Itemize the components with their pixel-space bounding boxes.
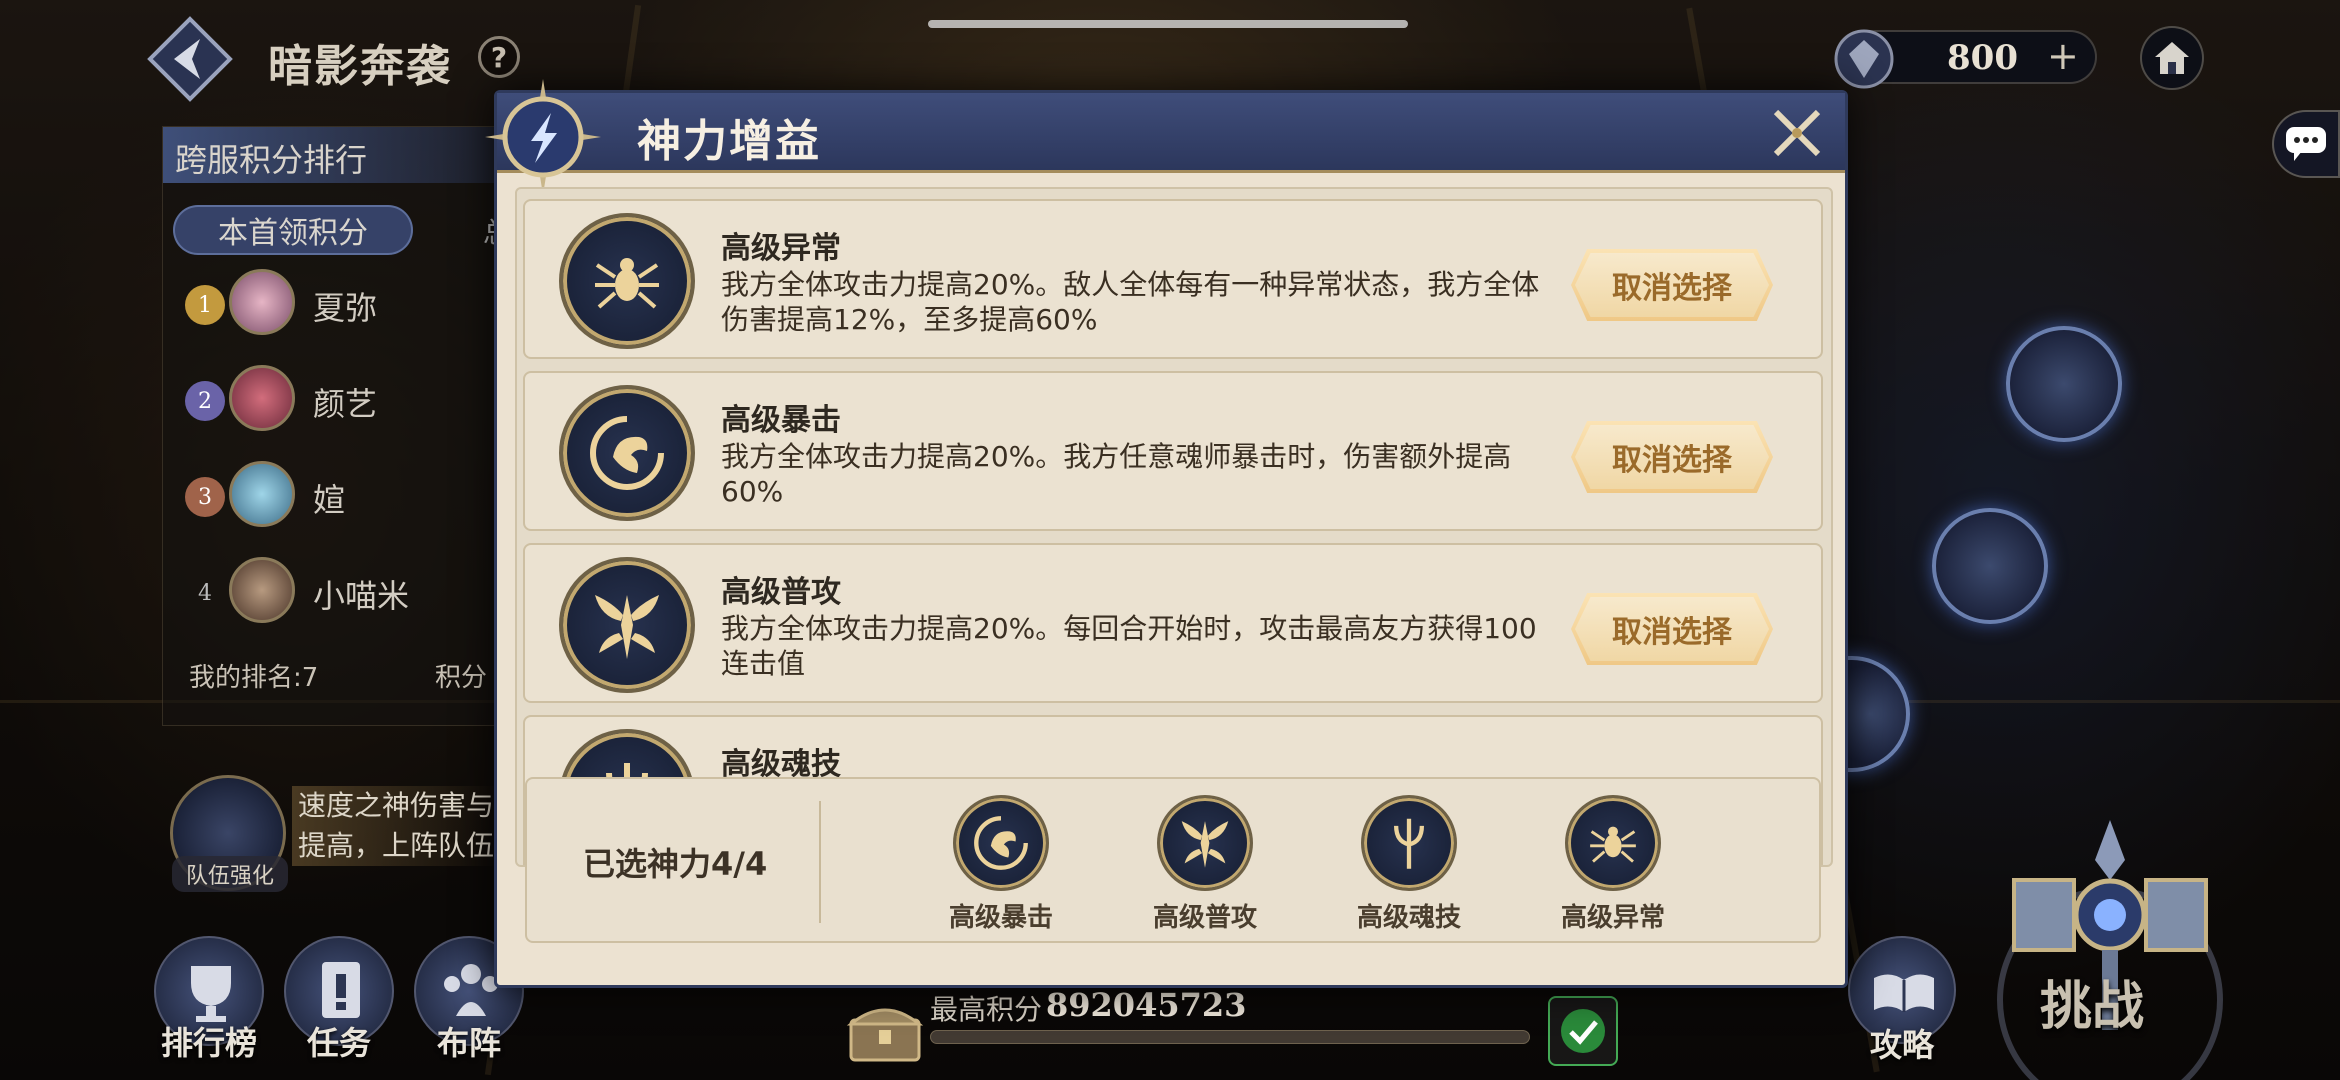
add-currency-button[interactable]: +	[2047, 34, 2079, 78]
my-rank: 我的排名:7	[189, 663, 319, 693]
team-buff-description: 速度之神伤害与提高，上阵队伍	[292, 786, 502, 866]
buff-name: 高级暴击	[721, 403, 841, 438]
dragon-icon	[974, 816, 1028, 870]
chat-bubble-icon	[2286, 127, 2326, 161]
cancel-selection-label: 取消选择	[1612, 615, 1732, 650]
chat-button[interactable]	[2272, 110, 2340, 178]
leaderboard-title: 跨服积分排行	[175, 141, 368, 179]
spider-icon	[595, 258, 659, 309]
wings-icon	[595, 595, 659, 659]
buff-card-abnormal[interactable]: 高级异常 我方全体攻击力提高20%。敌人全体每有一种异常状态，我方全体伤害提高1…	[523, 199, 1823, 359]
currency-display: 800 +	[1834, 29, 2097, 89]
selected-count: 已选神力4/4	[583, 845, 768, 883]
player-name: 颜艺	[313, 385, 378, 423]
avatar	[229, 461, 295, 527]
dialog-header: 神力增益	[485, 79, 1845, 195]
buff-icon-container	[559, 557, 695, 693]
map-node-wings[interactable]	[1932, 508, 2048, 624]
score-progress-bar	[930, 1030, 1530, 1044]
spider-icon	[1590, 826, 1636, 863]
tasks-button-label: 任务	[306, 1024, 371, 1062]
rank-badge: 2	[185, 381, 225, 421]
buff-name: 高级普攻	[721, 575, 841, 610]
buff-card-crit[interactable]: 高级暴击 我方全体攻击力提高20%。我方任意魂师暴击时，伤害额外提高60% 取消…	[523, 371, 1823, 531]
player-name: 夏弥	[313, 289, 378, 327]
selected-buff-normal-attack[interactable]: 高级普攻	[1135, 795, 1275, 935]
dragon-icon	[590, 416, 664, 490]
max-score-label: 最高积分	[930, 993, 1043, 1026]
treasure-chest-icon[interactable]	[845, 996, 925, 1066]
reward-claim-button[interactable]	[1548, 996, 1618, 1066]
footer-divider	[819, 801, 821, 923]
lightning-emblem-icon	[485, 79, 601, 195]
buff-card-normal-attack[interactable]: 高级普攻 我方全体攻击力提高20%。每回合开始时，攻击最高友方获得100连击值 …	[523, 543, 1823, 703]
back-button[interactable]	[140, 14, 240, 104]
buff-name: 高级异常	[721, 231, 841, 266]
tab-boss-score[interactable]: 本首领积分	[173, 205, 413, 255]
buff-description: 我方全体攻击力提高20%。每回合开始时，攻击最高友方获得100连击值	[721, 612, 1537, 680]
leaderboard-row[interactable]: 2 颜艺	[185, 359, 495, 439]
selected-buffs-bar: 已选神力4/4 高级暴击 高级普攻 高级魂技 高级异常	[525, 777, 1821, 943]
cancel-selection-label: 取消选择	[1612, 271, 1732, 306]
back-arrow-icon	[147, 16, 233, 102]
rank-badge: 3	[185, 477, 225, 517]
avatar	[229, 557, 295, 623]
selected-buff-crit[interactable]: 高级暴击	[931, 795, 1071, 935]
challenge-button[interactable]	[1990, 820, 2230, 1080]
max-score-value: 892045723	[1046, 986, 1247, 1024]
score-label: 积分	[435, 663, 488, 693]
avatar	[229, 365, 295, 431]
buff-icon-container	[559, 385, 695, 521]
cancel-selection-label: 取消选择	[1612, 443, 1732, 478]
close-icon	[1773, 109, 1821, 157]
selected-buff-label: 高级异常	[1560, 903, 1665, 933]
selected-buff-skill[interactable]: 高级魂技	[1339, 795, 1479, 935]
currency-value: 800	[1947, 38, 2018, 78]
dialog-title: 神力增益	[637, 116, 821, 167]
gem-icon	[1834, 29, 1894, 89]
selected-buff-label: 高级魂技	[1356, 903, 1461, 933]
selected-buff-label: 高级暴击	[948, 903, 1053, 933]
leaderboard-row[interactable]: 1 夏弥	[185, 263, 495, 343]
formation-button-label: 布阵	[436, 1024, 501, 1062]
divine-buff-dialog: 神力增益 高级异常 我方全体攻击力提高20%。敌人全体每有一种异常状态，我方全体…	[485, 79, 1848, 988]
challenge-button-label: 挑战	[2040, 976, 2145, 1037]
strategy-button-label: 攻略	[1869, 1026, 1934, 1064]
selected-buff-icon	[953, 795, 1049, 891]
cancel-selection-button[interactable]: 取消选择	[1571, 593, 1773, 665]
buff-description: 我方全体攻击力提高20%。敌人全体每有一种异常状态，我方全体伤害提高12%，至多…	[721, 268, 1540, 336]
selected-buff-icon	[1157, 795, 1253, 891]
selected-buff-abnormal[interactable]: 高级异常	[1543, 795, 1683, 935]
rank-badge: 4	[198, 580, 212, 606]
checkmark-icon	[1561, 1009, 1605, 1053]
leaderboard-row[interactable]: 4 小喵米	[185, 551, 495, 631]
rank-badge: 1	[185, 285, 225, 325]
wings-icon	[1181, 821, 1229, 868]
buff-icon-container	[559, 213, 695, 349]
selected-buff-label: 高级普攻	[1152, 903, 1257, 933]
selected-buff-icon	[1565, 795, 1661, 891]
trident-icon	[1394, 818, 1424, 869]
cancel-selection-button[interactable]: 取消选择	[1571, 249, 1773, 321]
player-name: 媗	[313, 481, 346, 519]
close-button[interactable]	[1767, 103, 1827, 163]
leaderboard-title-bar: 跨服积分排行	[163, 127, 503, 183]
buff-description: 我方全体攻击力提高20%。我方任意魂师暴击时，伤害额外提高60%	[721, 440, 1512, 508]
player-name: 小喵米	[313, 577, 410, 615]
home-button[interactable]	[2140, 26, 2204, 90]
cancel-selection-button[interactable]: 取消选择	[1571, 421, 1773, 493]
home-icon	[2155, 42, 2189, 74]
buff-list[interactable]: 高级异常 我方全体攻击力提高20%。敌人全体每有一种异常状态，我方全体伤害提高1…	[515, 187, 1833, 867]
page-title: 暗影奔袭	[268, 41, 452, 92]
leaderboard-panel: 跨服积分排行 本首领积分 总 1 夏弥 2 颜艺 3 媗 4 小喵米 我的排名:…	[162, 126, 511, 726]
selected-buff-icon	[1361, 795, 1457, 891]
team-buff-label: 队伍强化	[172, 856, 288, 892]
help-button[interactable]: ?	[478, 36, 520, 78]
leaderboard-row[interactable]: 3 媗	[185, 455, 495, 535]
top-drag-handle[interactable]	[928, 20, 1408, 28]
leaderboard-button-label: 排行榜	[160, 1024, 257, 1062]
avatar	[229, 269, 295, 335]
map-node-dragon[interactable]	[2006, 326, 2122, 442]
